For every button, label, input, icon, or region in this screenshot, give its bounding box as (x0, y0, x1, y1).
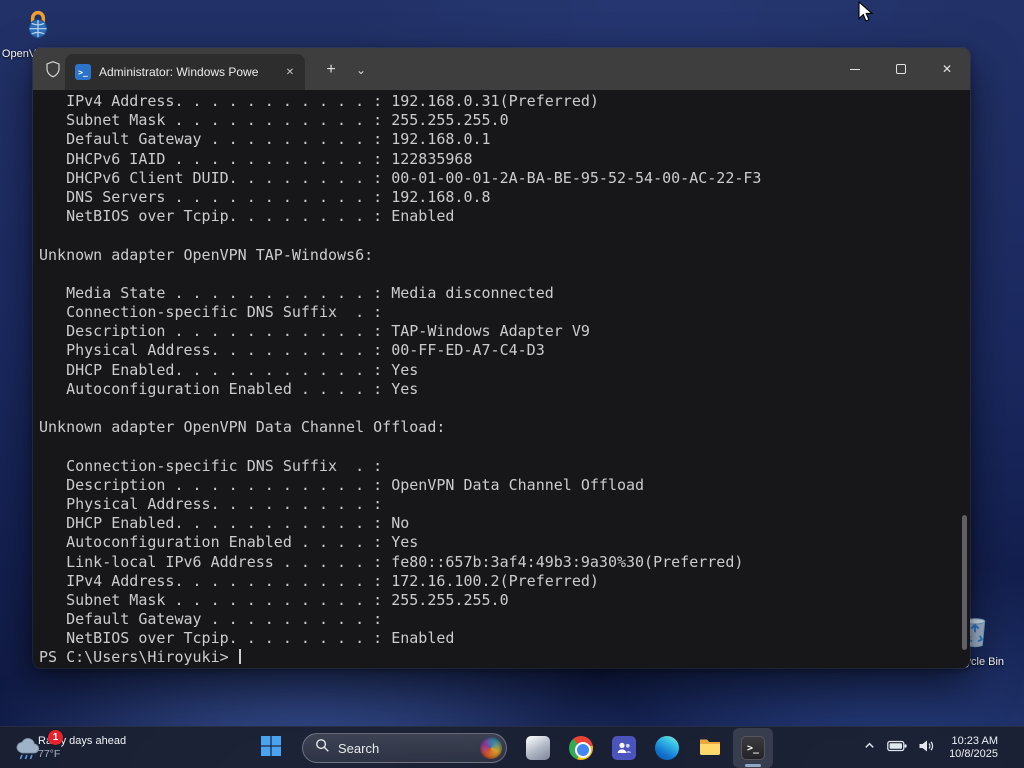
terminal-line: Default Gateway . . . . . . . . . : (39, 610, 960, 629)
terminal-line: NetBIOS over Tcpip. . . . . . . . : Enab… (39, 207, 960, 226)
tab-dropdown-icon[interactable]: ⌄ (349, 57, 373, 83)
start-button[interactable] (251, 728, 291, 768)
terminal-window: >_ Administrator: Windows Powe ✕ + ⌄ ✕ I… (33, 48, 970, 668)
terminal-line: DNS Servers . . . . . . . . . . . : 192.… (39, 188, 960, 207)
terminal-line: Physical Address. . . . . . . . . : 00-F… (39, 341, 960, 360)
terminal-line: DHCP Enabled. . . . . . . . . . . : Yes (39, 361, 960, 380)
terminal-line: Media State . . . . . . . . . . . : Medi… (39, 284, 960, 303)
terminal-line: DHCP Enabled. . . . . . . . . . . : No (39, 514, 960, 533)
terminal-line: Connection-specific DNS Suffix . : (39, 303, 960, 322)
terminal-line: NetBIOS over Tcpip. . . . . . . . : Enab… (39, 629, 960, 648)
terminal-line: DHCPv6 Client DUID. . . . . . . . : 00-0… (39, 169, 960, 188)
new-tab-button[interactable]: + (317, 57, 345, 83)
terminal-line: IPv4 Address. . . . . . . . . . . : 172.… (39, 572, 960, 591)
taskbar-app-terminal[interactable]: >_ (733, 728, 773, 768)
tab-close-icon[interactable]: ✕ (281, 63, 299, 81)
edge-icon (655, 736, 679, 760)
taskbar-clock[interactable]: 10:23 AM 10/8/2025 (949, 735, 998, 762)
terminal-line (39, 265, 960, 284)
chrome-icon (569, 736, 593, 760)
taskbar: 1 Rainy days ahead 77°F (0, 726, 1024, 768)
hidden-icons-chevron[interactable] (863, 739, 876, 757)
terminal-line: DHCPv6 IAID . . . . . . . . . . . : 1228… (39, 150, 960, 169)
terminal-line: Subnet Mask . . . . . . . . . . . : 255.… (39, 111, 960, 130)
terminal-prompt: PS C:\Users\Hiroyuki> (39, 648, 238, 666)
terminal-line: Unknown adapter OpenVPN Data Channel Off… (39, 418, 960, 437)
teams-icon (612, 736, 636, 760)
taskbar-app-file-explorer[interactable] (690, 728, 730, 768)
terminal-line: Autoconfiguration Enabled . . . . : Yes (39, 533, 960, 552)
battery-icon[interactable] (887, 739, 907, 757)
terminal-line: Physical Address. . . . . . . . . : (39, 495, 960, 514)
terminal-line: Autoconfiguration Enabled . . . . : Yes (39, 380, 960, 399)
terminal-line: Default Gateway . . . . . . . . . : 192.… (39, 130, 960, 149)
search-input[interactable]: Search (302, 733, 507, 763)
taskbar-app-teams[interactable] (604, 728, 644, 768)
mouse-pointer (856, 1, 876, 29)
taskbar-app-edge[interactable] (647, 728, 687, 768)
tab-title: Administrator: Windows Powe (99, 65, 273, 79)
terminal-scrollbar-thumb[interactable] (962, 515, 967, 650)
terminal-line: Description . . . . . . . . . . . : TAP-… (39, 322, 960, 341)
terminal-line: IPv4 Address. . . . . . . . . . . : 192.… (39, 92, 960, 111)
terminal-prompt-line: PS C:\Users\Hiroyuki> (39, 648, 960, 667)
terminal-line (39, 437, 960, 456)
terminal-line (39, 226, 960, 245)
openvpn-icon (22, 8, 54, 45)
maximize-button[interactable] (878, 48, 924, 90)
powershell-icon: >_ (75, 64, 91, 80)
search-label: Search (338, 741, 472, 756)
tab-powershell[interactable]: >_ Administrator: Windows Powe ✕ (65, 54, 305, 90)
volume-icon[interactable] (918, 739, 935, 758)
maximize-icon (896, 64, 906, 74)
window-titlebar[interactable]: >_ Administrator: Windows Powe ✕ + ⌄ ✕ (33, 48, 970, 90)
windows-logo-icon (260, 735, 282, 762)
close-button[interactable]: ✕ (924, 48, 970, 90)
terminal-line: Description . . . . . . . . . . . : Open… (39, 476, 960, 495)
terminal-line: Connection-specific DNS Suffix . : (39, 457, 960, 476)
file-explorer-icon (698, 734, 722, 763)
search-icon (315, 738, 330, 758)
clock-time: 10:23 AM (952, 735, 998, 749)
taskbar-app-copilot[interactable] (518, 728, 558, 768)
terminal-line: Unknown adapter OpenVPN TAP-Windows6: (39, 246, 960, 265)
terminal-line: Link-local IPv6 Address . . . . . : fe80… (39, 553, 960, 572)
clock-date: 10/8/2025 (949, 748, 998, 762)
desktop: OpenVPN GUI Recycle Bin >_ Administrator… (0, 0, 1024, 768)
terminal-output: IPv4 Address. . . . . . . . . . . : 192.… (39, 92, 960, 648)
minimize-icon (850, 69, 860, 70)
widgets-weather-button[interactable]: 1 Rainy days ahead 77°F (2, 727, 134, 768)
shield-icon (45, 60, 61, 83)
terminal-line: Subnet Mask . . . . . . . . . . . : 255.… (39, 591, 960, 610)
terminal-text-cursor (239, 649, 241, 664)
minimize-button[interactable] (832, 48, 878, 90)
notification-badge: 1 (48, 730, 63, 745)
taskbar-app-chrome[interactable] (561, 728, 601, 768)
weather-temperature: 77°F (38, 748, 126, 761)
weather-cloud-icon (12, 738, 42, 767)
terminal-body[interactable]: IPv4 Address. . . . . . . . . . . : 192.… (33, 90, 970, 668)
search-daily-art-icon (480, 737, 502, 759)
terminal-line (39, 399, 960, 418)
terminal-icon: >_ (741, 736, 765, 760)
copilot-icon (526, 736, 550, 760)
